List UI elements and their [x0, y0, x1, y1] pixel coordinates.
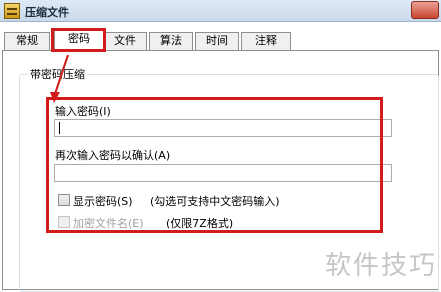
close-button[interactable]	[411, 1, 439, 19]
title-bar[interactable]: 压缩文件	[0, 0, 441, 22]
archive-icon	[4, 3, 20, 19]
tab-time[interactable]: 时间	[195, 32, 239, 50]
tab-algorithm[interactable]: 算法	[149, 32, 193, 50]
watermark-text: 软件技巧	[324, 251, 437, 281]
window-title: 压缩文件	[25, 6, 69, 19]
tab-general[interactable]: 常规	[4, 32, 50, 50]
tab-files[interactable]: 文件	[103, 32, 147, 50]
tab-highlight-box	[51, 28, 106, 52]
group-title: 带密码压缩	[27, 66, 88, 82]
content-highlight-box	[46, 97, 383, 233]
tab-comment[interactable]: 注释	[241, 32, 291, 50]
